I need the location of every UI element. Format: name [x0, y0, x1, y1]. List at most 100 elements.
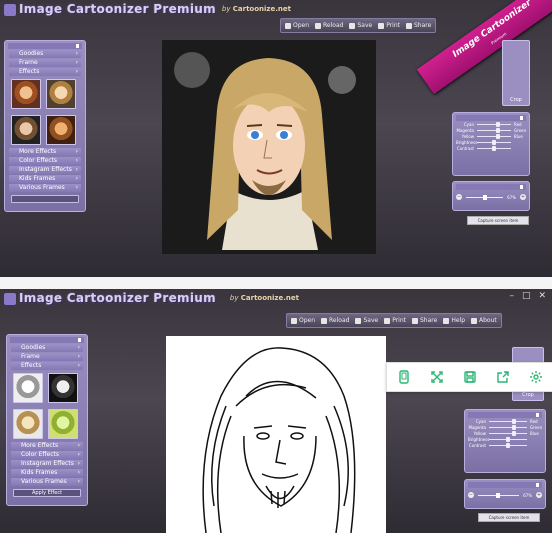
- help-icon: [443, 317, 450, 324]
- slider-track[interactable]: [489, 425, 527, 430]
- crop-button[interactable]: Crop: [503, 97, 529, 103]
- slider-track[interactable]: [477, 134, 511, 139]
- zoom-value: 67%: [523, 492, 532, 498]
- menu-effects[interactable]: Effects: [11, 362, 83, 370]
- zoom-knob[interactable]: [496, 492, 501, 498]
- crop-panel: Crop: [502, 40, 530, 106]
- window-controls: – □ ✕: [509, 291, 546, 301]
- menu-color-effects[interactable]: Color Effects: [11, 451, 83, 459]
- effect-thumb[interactable]: [46, 115, 76, 145]
- open-button[interactable]: Open: [291, 317, 315, 324]
- fullscreen-button[interactable]: [428, 368, 446, 386]
- close-button[interactable]: ✕: [538, 291, 546, 301]
- slider-knob[interactable]: [495, 122, 500, 127]
- menu-more-effects[interactable]: More Effects: [11, 442, 83, 450]
- save-button[interactable]: Save: [349, 22, 372, 29]
- menu-color-effects[interactable]: Color Effects: [9, 157, 81, 165]
- capture-button[interactable]: Capture screen item: [478, 513, 540, 522]
- pin-icon[interactable]: [536, 413, 539, 417]
- zoom-out-button[interactable]: −: [468, 492, 474, 498]
- apply-effect-button[interactable]: Apply Effect: [13, 489, 81, 497]
- slider-knob[interactable]: [492, 140, 497, 145]
- slider-track[interactable]: [477, 140, 511, 145]
- sketch-portrait: [166, 336, 386, 533]
- menu-goodies[interactable]: Goodies: [9, 50, 81, 58]
- save-image-button[interactable]: [461, 368, 479, 386]
- menu-instagram-effects[interactable]: Instagram Effects: [9, 166, 81, 174]
- menu-frame[interactable]: Frame: [11, 353, 83, 361]
- menu-kids-frames[interactable]: Kids Frames: [11, 469, 83, 477]
- menu-kids-frames[interactable]: Kids Frames: [9, 175, 81, 183]
- print-button[interactable]: Print: [378, 22, 400, 29]
- photo-canvas[interactable]: [162, 40, 376, 254]
- zoom-in-button[interactable]: +: [520, 194, 526, 200]
- slider-track[interactable]: [489, 437, 527, 442]
- pin-icon[interactable]: [76, 44, 79, 48]
- slider-knob[interactable]: [492, 146, 497, 151]
- folder-icon: [285, 22, 291, 29]
- info-icon: [471, 317, 478, 324]
- slider-knob[interactable]: [506, 443, 511, 448]
- slider-track[interactable]: [477, 122, 511, 127]
- menu-goodies[interactable]: Goodies: [11, 344, 83, 352]
- open-button[interactable]: Open: [285, 22, 309, 29]
- slider-track[interactable]: [489, 443, 527, 448]
- zoom-slider[interactable]: [478, 492, 520, 498]
- menu-frame[interactable]: Frame: [9, 59, 81, 67]
- minimize-button[interactable]: –: [509, 291, 514, 301]
- pin-icon[interactable]: [536, 483, 539, 487]
- share-button[interactable]: Share: [406, 22, 431, 29]
- effect-thumb[interactable]: [13, 409, 43, 439]
- share-button[interactable]: Share: [412, 317, 437, 324]
- pin-icon[interactable]: [520, 116, 523, 120]
- panel-header: [456, 115, 526, 121]
- zoom-slider[interactable]: [466, 194, 504, 200]
- slider-knob[interactable]: [511, 425, 516, 430]
- help-button[interactable]: Help: [443, 317, 465, 324]
- slider-knob[interactable]: [495, 128, 500, 133]
- slider-knob[interactable]: [511, 419, 516, 424]
- pin-icon[interactable]: [78, 338, 81, 342]
- print-button[interactable]: Print: [384, 317, 406, 324]
- reload-button[interactable]: Reload: [321, 317, 349, 324]
- menu-effects[interactable]: Effects: [9, 68, 81, 76]
- share-icon: [496, 371, 509, 383]
- capture-button[interactable]: Capture screen item: [467, 216, 529, 225]
- slider-knob[interactable]: [495, 134, 500, 139]
- menu-more-effects[interactable]: More Effects: [9, 148, 81, 156]
- effect-thumb[interactable]: [48, 373, 78, 403]
- slider-track[interactable]: [489, 419, 527, 424]
- maximize-button[interactable]: □: [522, 291, 531, 301]
- reload-button[interactable]: Reload: [315, 22, 343, 29]
- zoom-out-button[interactable]: −: [456, 194, 462, 200]
- slider-row: Yellow Blue: [456, 134, 526, 139]
- share-out-button[interactable]: [494, 368, 512, 386]
- slider-row: Brightness: [468, 437, 542, 442]
- slider-track[interactable]: [477, 128, 511, 133]
- effect-thumb[interactable]: [13, 373, 43, 403]
- crop-button[interactable]: Crop: [513, 392, 543, 398]
- about-button[interactable]: About: [471, 317, 497, 324]
- slider-knob[interactable]: [506, 437, 511, 442]
- slider-track[interactable]: [477, 146, 511, 151]
- apply-effect-button[interactable]: [11, 195, 79, 203]
- effect-thumb[interactable]: [11, 115, 41, 145]
- reload-icon: [321, 317, 328, 324]
- menu-various-frames[interactable]: Various Frames: [9, 184, 81, 192]
- print-icon: [378, 22, 385, 29]
- phone-button[interactable]: [395, 368, 413, 386]
- effect-thumb[interactable]: [46, 79, 76, 109]
- effect-thumb[interactable]: [48, 409, 78, 439]
- photo-canvas[interactable]: [166, 336, 386, 533]
- save-button[interactable]: Save: [355, 317, 378, 324]
- menu-various-frames[interactable]: Various Frames: [11, 478, 83, 486]
- reload-icon: [315, 22, 322, 29]
- effect-thumb[interactable]: [11, 79, 41, 109]
- slider-knob[interactable]: [511, 431, 516, 436]
- zoom-knob[interactable]: [482, 194, 487, 200]
- settings-button[interactable]: [527, 368, 545, 386]
- pin-icon[interactable]: [520, 185, 523, 189]
- slider-track[interactable]: [489, 431, 527, 436]
- menu-instagram-effects[interactable]: Instagram Effects: [11, 460, 83, 468]
- zoom-in-button[interactable]: +: [536, 492, 542, 498]
